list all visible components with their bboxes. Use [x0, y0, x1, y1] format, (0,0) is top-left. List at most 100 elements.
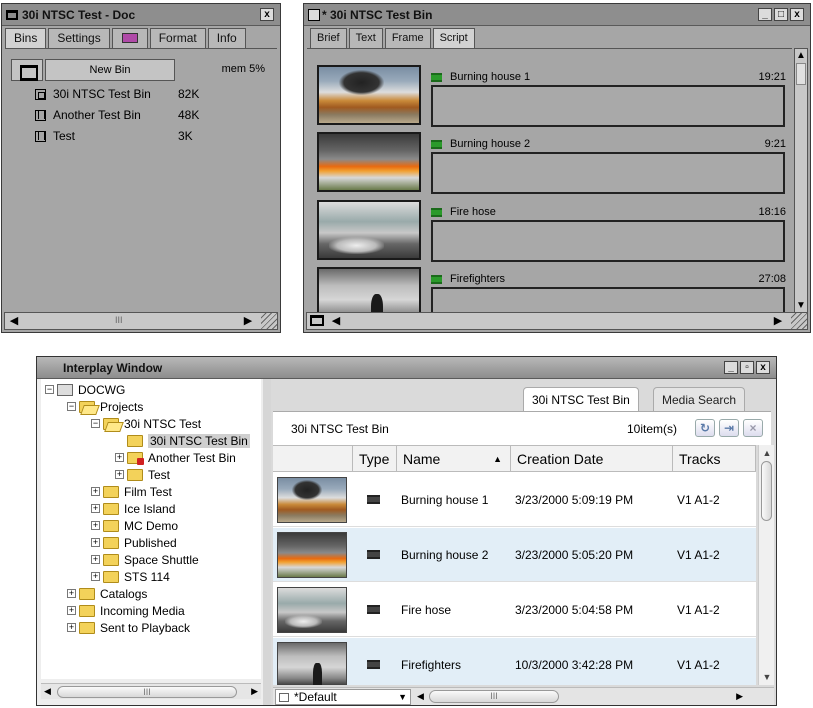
maximize-icon[interactable]: □ — [774, 8, 788, 21]
clip-script-text[interactable] — [431, 85, 785, 127]
tree-node-film-test[interactable]: + Film Test — [91, 483, 172, 500]
expand-icon[interactable]: + — [67, 606, 76, 615]
bin-menu-button[interactable] — [11, 59, 43, 81]
tree-node-incoming-media[interactable]: + Incoming Media — [67, 602, 185, 619]
script-clip[interactable]: Burning house 1 19:21 — [307, 65, 787, 131]
arrow-right-icon[interactable]: ▶ — [251, 686, 258, 697]
minimize-icon[interactable]: _ — [724, 361, 738, 374]
script-bin-titlebar[interactable]: * 30i NTSC Test Bin _ □ x — [304, 4, 810, 26]
expand-icon[interactable]: + — [67, 589, 76, 598]
scroll-thumb[interactable]: III — [429, 690, 559, 703]
pane-splitter[interactable] — [263, 379, 271, 705]
column-header-tracks[interactable]: Tracks — [673, 446, 756, 472]
tree-node-catalogs[interactable]: + Catalogs — [67, 585, 147, 602]
script-clip[interactable]: Burning house 2 9:21 — [307, 132, 787, 198]
clip-script-text[interactable] — [431, 287, 785, 314]
doc-horizontal-scrollbar[interactable]: ◀ III ▶ — [4, 312, 278, 330]
table-row[interactable]: Firefighters 10/3/2000 3:42:28 PM V1 A1-… — [273, 638, 756, 685]
clip-thumbnail[interactable] — [317, 65, 421, 125]
close-bin-icon[interactable]: × — [743, 419, 763, 437]
view-selector[interactable]: *Default ▼ — [275, 689, 411, 705]
tree-node-ice-island[interactable]: + Ice Island — [91, 500, 175, 517]
arrow-down-icon[interactable]: ▼ — [761, 671, 773, 683]
bin-list-item[interactable]: 30i NTSC Test Bin 82K — [35, 85, 199, 103]
tree-node-projects[interactable]: − Projects — [67, 398, 143, 415]
expand-icon[interactable]: + — [91, 504, 100, 513]
tab-30i-ntsc-test-bin[interactable]: 30i NTSC Test Bin — [523, 387, 639, 411]
script-vertical-scrollbar[interactable]: ▲ ▼ — [794, 48, 808, 314]
arrow-left-icon[interactable]: ◀ — [329, 314, 343, 328]
close-icon[interactable]: x — [260, 8, 274, 21]
new-bin-button[interactable]: New Bin — [45, 59, 175, 81]
tab-bins[interactable]: Bins — [5, 28, 47, 48]
scroll-thumb[interactable]: III — [57, 686, 237, 698]
tab-frame[interactable]: Frame — [384, 28, 431, 48]
expand-icon[interactable]: + — [91, 572, 100, 581]
script-horizontal-scrollbar[interactable]: ◀ ▶ — [306, 312, 808, 330]
refresh-icon[interactable]: ↻ — [695, 419, 715, 437]
expand-icon[interactable]: + — [67, 623, 76, 632]
column-header-creation-date[interactable]: Creation Date — [511, 446, 673, 472]
expand-icon[interactable]: + — [115, 453, 124, 462]
expand-icon[interactable]: + — [115, 470, 124, 479]
bin-menu-icon[interactable] — [310, 315, 324, 326]
arrow-right-icon[interactable]: ▶ — [771, 314, 785, 328]
arrow-down-icon[interactable]: ▼ — [795, 300, 807, 312]
clip-thumbnail[interactable] — [317, 132, 421, 192]
clip-thumbnail[interactable] — [317, 200, 421, 260]
collapse-icon[interactable]: − — [67, 402, 76, 411]
tab-settings[interactable]: Settings — [48, 28, 110, 48]
tree-node-sent-to-playback[interactable]: + Sent to Playback — [67, 619, 190, 636]
clip-script-text[interactable] — [431, 152, 785, 194]
tree-node-docwg[interactable]: − DOCWG — [45, 381, 125, 398]
table-row[interactable]: Burning house 1 3/23/2000 5:09:19 PM V1 … — [273, 473, 756, 527]
tree-node-published[interactable]: + Published — [91, 534, 177, 551]
tree-horizontal-scrollbar[interactable]: ◀ III ▶ — [41, 683, 261, 699]
interplay-titlebar[interactable]: Interplay Window _ ▫ x — [37, 357, 776, 379]
script-clip[interactable]: Fire hose 18:16 — [307, 200, 787, 266]
column-header-type[interactable]: Type — [353, 446, 397, 472]
expand-icon[interactable]: + — [91, 555, 100, 564]
script-clip[interactable]: Firefighters 27:08 — [307, 267, 787, 314]
tree-node-mc-demo[interactable]: + MC Demo — [91, 517, 178, 534]
tab-media[interactable] — [111, 28, 148, 48]
expand-icon[interactable]: + — [91, 487, 100, 496]
arrow-up-icon[interactable]: ▲ — [795, 50, 807, 62]
table-horizontal-scrollbar[interactable]: ◀ III ▶ — [415, 690, 745, 704]
tab-text[interactable]: Text — [348, 28, 383, 48]
tab-script[interactable]: Script — [432, 28, 475, 48]
expand-icon[interactable]: + — [91, 538, 100, 547]
bin-list-item[interactable]: Test 3K — [35, 127, 193, 145]
close-icon[interactable]: x — [790, 8, 804, 21]
tree-node-sts-114[interactable]: + STS 114 — [91, 568, 170, 585]
scroll-thumb[interactable] — [761, 461, 772, 521]
tree-node-space-shuttle[interactable]: + Space Shuttle — [91, 551, 199, 568]
scroll-thumb[interactable] — [796, 63, 806, 85]
bin-list-item[interactable]: Another Test Bin 48K — [35, 106, 199, 124]
tab-info[interactable]: Info — [207, 28, 246, 48]
clip-script-text[interactable] — [431, 220, 785, 262]
table-row[interactable]: Fire hose 3/23/2000 5:04:58 PM V1 A1-2 — [273, 583, 756, 637]
tab-format[interactable]: Format — [149, 28, 206, 48]
doc-titlebar[interactable]: 30i NTSC Test - Doc x — [2, 4, 280, 26]
tree-node-30i-ntsc-test[interactable]: − 30i NTSC Test — [91, 415, 201, 432]
tree-node-another-test-bin[interactable]: + Another Test Bin — [115, 449, 236, 466]
arrow-right-icon[interactable]: ▶ — [241, 314, 255, 328]
collapse-icon[interactable]: − — [91, 419, 100, 428]
tree-node-test[interactable]: + Test — [115, 466, 170, 483]
column-header-thumbnail[interactable] — [273, 446, 353, 472]
close-icon[interactable]: x — [756, 361, 770, 374]
tab-brief[interactable]: Brief — [310, 28, 347, 48]
clip-thumbnail[interactable] — [317, 267, 421, 314]
send-to-icon[interactable]: ⇥ — [719, 419, 739, 437]
collapse-icon[interactable]: − — [45, 385, 54, 394]
arrow-right-icon[interactable]: ▶ — [736, 691, 743, 702]
minimize-icon[interactable]: _ — [758, 8, 772, 21]
restore-icon[interactable]: ▫ — [740, 361, 754, 374]
expand-icon[interactable]: + — [91, 521, 100, 530]
tab-media-search[interactable]: Media Search — [653, 387, 746, 411]
resize-grip-icon[interactable] — [261, 313, 277, 329]
arrow-left-icon[interactable]: ◀ — [7, 314, 21, 328]
column-header-name[interactable]: Name ▲ — [397, 446, 511, 472]
arrow-left-icon[interactable]: ◀ — [44, 686, 51, 697]
